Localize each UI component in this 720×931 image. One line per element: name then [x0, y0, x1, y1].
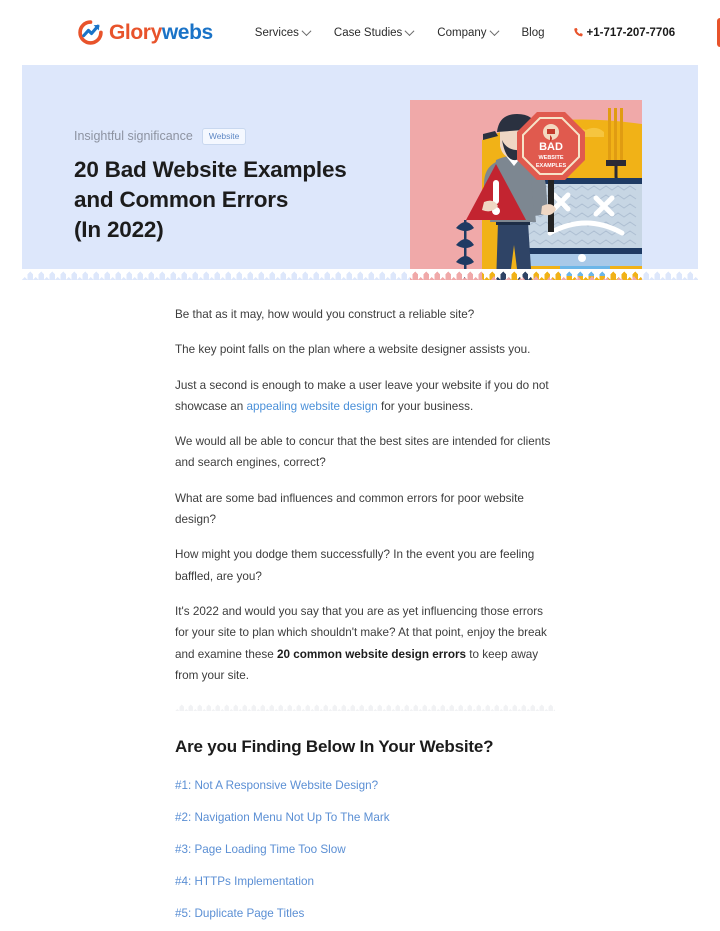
hero-eyebrow: Insightful significance [74, 129, 193, 144]
page-title: 20 Bad Website Examples and Common Error… [74, 155, 404, 246]
paragraph-4: We would all be able to concur that the … [175, 435, 551, 470]
bad-website-examples-illustration: BAD WEBSITE EXAMPLES [410, 100, 642, 280]
toc-heading: Are you Finding Below In Your Website? [175, 737, 494, 757]
nav-item-blog[interactable]: Blog [522, 27, 545, 39]
hero-title-line-2: and Common Errors [74, 186, 289, 212]
paragraph-1: Be that as it may, how would you constru… [175, 308, 475, 321]
paragraph-6: How might you dodge them successfully? I… [175, 548, 535, 583]
section-zigzag-divider [175, 702, 555, 712]
nav-label-company: Company [437, 26, 487, 39]
nav-item-services[interactable]: Services [254, 26, 312, 39]
nav-item-case-studies[interactable]: Case Studies [333, 26, 415, 39]
site-logo[interactable]: Glorywebs [78, 20, 213, 45]
main-navigation: Services Case Studies Company Blog +1-71… [255, 18, 720, 47]
hero-section: Insightful significance Website 20 Bad W… [22, 65, 698, 280]
article-body: Be that as it may, how would you constru… [0, 304, 720, 931]
site-header: Glorywebs Services Case Studies Company … [0, 0, 720, 65]
paragraph-3-suffix: for your business. [377, 399, 474, 413]
hero-background: Insightful significance Website 20 Bad W… [22, 65, 698, 280]
paragraph-7: It's 2022 and would you say that you are… [175, 601, 555, 686]
paragraph-2: The key point falls on the plan where a … [175, 343, 531, 357]
glorywebs-chart-arrow-logo-icon [78, 20, 103, 45]
phone-number: +1-717-207-7706 [586, 26, 676, 39]
hero-title-line-3: (In 2022) [74, 217, 164, 243]
sign-text-examples: EXAMPLES [536, 163, 567, 169]
chevron-down-icon [404, 26, 415, 37]
nav-label-case-studies: Case Studies [333, 26, 403, 39]
toc-link-2[interactable]: #2: Navigation Menu Not Up To The Mark [175, 811, 555, 824]
toc-column: Are you Finding Below In Your Website? #… [175, 737, 555, 931]
nav-label-blog: Blog [521, 26, 545, 39]
toc-link-5[interactable]: #5: Duplicate Page Titles [175, 907, 555, 920]
logo-wordmark: Glorywebs [109, 22, 213, 43]
nav-item-company[interactable]: Company [437, 26, 499, 39]
nav-label-services: Services [254, 26, 299, 39]
logo-text-glory: Glory [109, 21, 162, 44]
logo-text-webs: webs [161, 21, 213, 44]
paragraph-3: Just a second is enough to make a user l… [175, 375, 555, 418]
hero-title-line-1: 20 Bad Website Examples [74, 156, 347, 182]
toc-link-4[interactable]: #4: HTTPs Implementation [175, 875, 555, 888]
toc-link-3[interactable]: #3: Page Loading Time Too Slow [175, 843, 555, 856]
chevron-down-icon [489, 26, 499, 37]
appealing-website-design-link[interactable]: appealing website design [246, 400, 377, 413]
sign-text-bad: BAD [539, 141, 563, 153]
hero-zigzag-edge [22, 269, 698, 280]
chevron-down-icon [301, 26, 312, 37]
toc-link-1[interactable]: #1: Not A Responsive Website Design? [175, 779, 555, 792]
hero-category-badge[interactable]: Website [201, 128, 247, 145]
header-phone-link[interactable]: +1-717-207-7706 [573, 26, 676, 39]
article-column: Be that as it may, how would you constru… [175, 304, 555, 686]
paragraph-5: What are some bad influences and common … [175, 491, 524, 527]
sign-text-website: WEBSITE [538, 155, 563, 161]
phone-icon [573, 27, 583, 37]
paragraph-7-bold: 20 common website design errors [277, 647, 467, 661]
illustration-svg: BAD WEBSITE EXAMPLES [410, 100, 642, 280]
